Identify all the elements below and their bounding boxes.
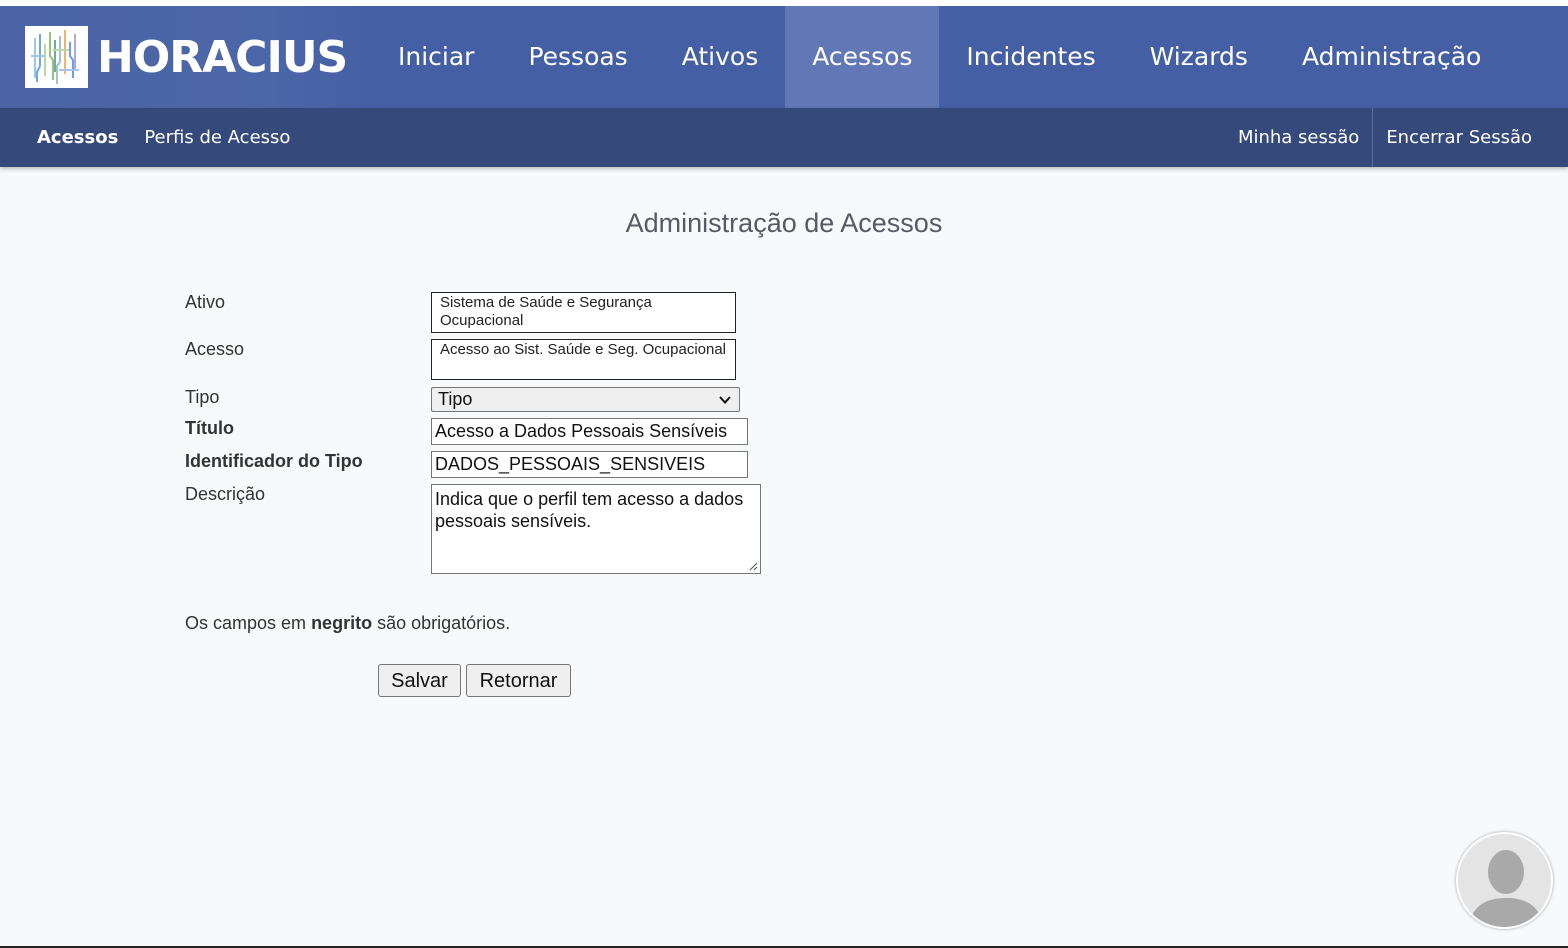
tipo-select[interactable]: Tipo <box>431 387 740 412</box>
horacius-logo-icon <box>25 26 88 88</box>
required-fields-note: Os campos em negrito são obrigatórios. <box>185 613 510 634</box>
titulo-input[interactable]: Acesso a Dados Pessoais Sensíveis <box>431 418 748 445</box>
resize-grip-icon[interactable] <box>748 561 758 571</box>
nav-item-acessos[interactable]: Acessos <box>785 6 940 108</box>
subnav-item-minha-sessao[interactable]: Minha sessão <box>1225 108 1372 167</box>
nav-item-ativos[interactable]: Ativos <box>655 6 786 108</box>
identificador-label: Identificador do Tipo <box>185 451 363 471</box>
main-nav: Iniciar Pessoas Ativos Acessos Incidente… <box>371 6 1508 108</box>
nav-item-iniciar[interactable]: Iniciar <box>371 6 501 108</box>
page-title: Administração de Acessos <box>625 208 943 238</box>
tipo-select-value: Tipo <box>438 389 473 409</box>
nav-item-incidentes[interactable]: Incidentes <box>939 6 1122 108</box>
user-avatar-icon[interactable] <box>1456 832 1553 929</box>
sub-nav: Acessos Perfis de Acesso Minha sessão En… <box>0 108 1568 167</box>
nav-item-pessoas[interactable]: Pessoas <box>501 6 654 108</box>
identificador-input[interactable]: DADOS_PESSOAIS_SENSIVEIS <box>431 451 748 478</box>
chevron-down-icon <box>719 396 731 404</box>
ativo-label: Ativo <box>185 292 226 312</box>
ativo-field[interactable]: Sistema de Saúde e Segurança Ocupacional <box>431 292 736 333</box>
note-bold: negrito <box>311 613 373 633</box>
brand-name: HORACIUS <box>97 32 348 83</box>
acesso-label: Acesso <box>185 339 245 359</box>
titulo-label: Título <box>185 418 234 438</box>
subnav-item-encerrar-sessao[interactable]: Encerrar Sessão <box>1373 108 1545 167</box>
sub-nav-left: Acessos Perfis de Acesso <box>24 108 303 167</box>
brand-area[interactable]: HORACIUS <box>0 6 380 108</box>
top-header: HORACIUS Iniciar Pessoas Ativos Acessos … <box>0 6 1568 108</box>
return-button[interactable]: Retornar <box>466 664 571 697</box>
nav-item-wizards[interactable]: Wizards <box>1123 6 1275 108</box>
note-suffix: são obrigatórios. <box>377 613 511 633</box>
acesso-field[interactable]: Acesso ao Sist. Saúde e Seg. Ocupacional <box>431 339 736 380</box>
nav-item-administracao[interactable]: Administração <box>1275 6 1508 108</box>
sub-nav-right: Minha sessão Encerrar Sessão <box>1225 108 1545 167</box>
descricao-text: Indica que o perfil tem acesso a dados p… <box>435 489 744 531</box>
note-prefix: Os campos em <box>185 613 307 633</box>
save-button[interactable]: Salvar <box>378 664 461 697</box>
descricao-label: Descrição <box>185 484 266 504</box>
subnav-item-perfis-de-acesso[interactable]: Perfis de Acesso <box>131 108 303 167</box>
descricao-textarea[interactable]: Indica que o perfil tem acesso a dados p… <box>431 484 761 574</box>
subnav-item-acessos[interactable]: Acessos <box>24 108 131 167</box>
tipo-label: Tipo <box>185 387 220 407</box>
